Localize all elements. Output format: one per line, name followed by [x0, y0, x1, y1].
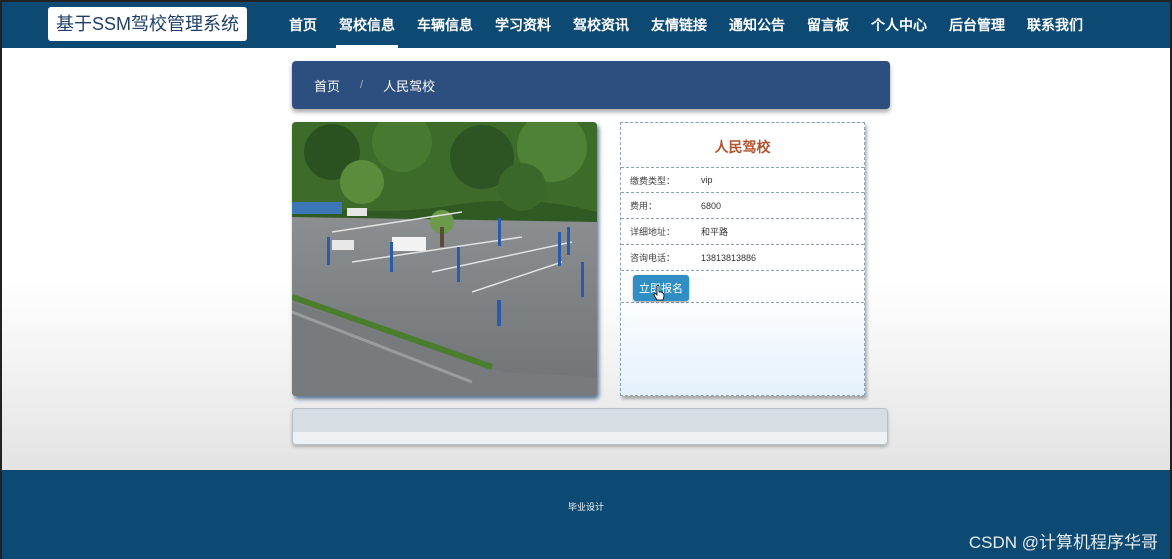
school-name: 人民驾校: [714, 139, 771, 155]
header-bar: 基于SSM驾校管理系统 首页 驾校信息 车辆信息 学习资料 驾校资讯 友情链接 …: [2, 2, 1170, 48]
nav-item-contact[interactable]: 联系我们: [1016, 2, 1094, 48]
field-row-phone: 咨询电话： 13813813886: [621, 245, 864, 271]
breadcrumb-current: 人民驾校: [383, 78, 436, 94]
site-logo-title[interactable]: 基于SSM驾校管理系统: [48, 7, 248, 41]
breadcrumb-home-link[interactable]: 首页: [314, 76, 340, 95]
field-label: 详细地址：: [630, 227, 676, 237]
field-label: 费用：: [630, 201, 658, 211]
nav-item-study-materials[interactable]: 学习资料: [484, 2, 562, 48]
nav-item-personal-center[interactable]: 个人中心: [860, 2, 938, 48]
field-value: 13813813886: [701, 252, 757, 263]
nav-item-vehicle-info[interactable]: 车辆信息: [406, 2, 484, 48]
footer-text: 毕业设计: [567, 502, 604, 512]
nav-item-admin[interactable]: 后台管理: [938, 2, 1016, 48]
school-info-card: 人民驾校 缴费类型： vip 费用： 6800 详细地址： 和平路 咨询电话： …: [620, 122, 865, 396]
field-row-address: 详细地址： 和平路: [621, 219, 864, 245]
main-nav: 首页 驾校信息 车辆信息 学习资料 驾校资讯 友情链接 通知公告 留言板 个人中…: [278, 2, 1094, 48]
breadcrumb-separator: /: [360, 79, 364, 91]
bottom-panel: [292, 408, 888, 445]
nav-item-school-news[interactable]: 驾校资讯: [562, 2, 640, 48]
signup-button[interactable]: 立即报名: [633, 275, 689, 301]
footer: 毕业设计 CSDN @计算机程序华哥: [2, 470, 1170, 559]
field-value: vip: [701, 175, 713, 185]
field-value: 和平路: [701, 227, 729, 237]
field-label: 咨询电话：: [630, 253, 676, 263]
field-label: 缴费类型：: [630, 175, 676, 186]
nav-item-notices[interactable]: 通知公告: [718, 2, 796, 48]
breadcrumb: 首页 / 人民驾校: [292, 61, 890, 109]
nav-item-school-info[interactable]: 驾校信息: [328, 2, 406, 48]
field-row-payment-type: 缴费类型： vip: [621, 167, 864, 193]
signup-area: 立即报名: [621, 271, 864, 303]
nav-item-message-board[interactable]: 留言板: [796, 2, 860, 48]
field-row-fee: 费用： 6800: [621, 193, 864, 219]
field-value: 6800: [701, 200, 722, 211]
csdn-watermark: CSDN @计算机程序华哥: [968, 533, 1158, 552]
driving-range-image: [292, 122, 597, 396]
nav-item-friend-links[interactable]: 友情链接: [640, 2, 718, 48]
nav-item-home[interactable]: 首页: [278, 2, 328, 48]
school-photo: [292, 122, 597, 396]
hand-cursor-icon: [653, 285, 665, 301]
